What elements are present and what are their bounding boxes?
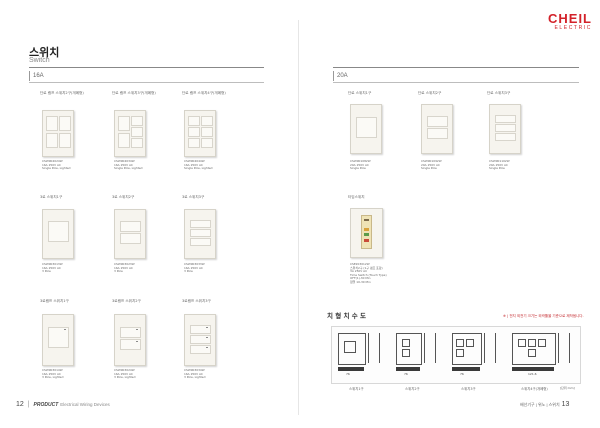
product-spec: CSW903033W 16A 250V AC 3 Pole (184, 262, 205, 274)
product-caption: 단로 스위치3구 (487, 91, 511, 95)
switch-plate-3way-3gang (184, 209, 216, 259)
product-caption: 단로 램프 스위치2구(개폐형) (40, 91, 84, 95)
page-subtitle: Switch (29, 57, 50, 64)
product-spec: CSW901092W 20A 250V AC Single Pole (421, 159, 442, 171)
product-spec: CSW904034W 16A 250V AC Single Pole, Lighte… (114, 159, 143, 171)
product-spec: CSE203012W 스위치2구 (1구 램프 포함) 3A 250V AC Time… (350, 262, 387, 284)
product-caption: 3로램프 스위치3구 (182, 299, 211, 303)
tab-marker-left (29, 71, 30, 81)
diagram-note: ※ | 전지 외전기 크기는 외곽틀을 기준으로 제작됩니다. (503, 314, 584, 318)
switch-plate-lamp-2gang (42, 110, 74, 157)
section-line-right (333, 82, 579, 83)
footer-right: 배선기구 | 위노 | 스위치 13 (520, 401, 569, 408)
product-spec: CSW901082W 20A 250V AC Single Pole (350, 159, 371, 171)
diagram-unit: [단위:mm] (560, 386, 575, 390)
page-number-left: 12 (16, 401, 24, 408)
product-caption: 단로 램프 스위치3구(개폐형) (112, 91, 156, 95)
product-caption: 3로 스위치1구 (40, 195, 63, 199)
footer-breadcrumb: 배선기구 | 위노 | 스위치 (520, 402, 560, 407)
switch-plate-20a-1gang (350, 104, 382, 154)
dimension-diagram: 76 76 76 121.6 (331, 326, 581, 384)
brand-logo: CHEIL ELECTRIC (540, 12, 592, 31)
footer-left: 12 | PRODUCT Electrical Wiring Devices (16, 401, 110, 408)
title-divider-left (29, 67, 264, 68)
section-tab-20a: 20A (337, 73, 348, 79)
product-spec: CSW904024W 16A 250V AC Single Pole, Lighte… (42, 159, 71, 171)
diagram-label: 스위치2구 (405, 387, 420, 391)
section-tab-16a: 16A (33, 73, 44, 79)
switch-plate-20a-3gang (489, 104, 521, 154)
switch-plate-lamp-4gang (184, 110, 216, 157)
product-spec: CSW903023W 16A 250V AC 3 Pole (114, 262, 135, 274)
switch-plate-3way-2gang (114, 209, 146, 259)
product-caption: 단로 램프 스위치4구(개폐형) (182, 91, 226, 95)
page-number-right: 13 (561, 401, 570, 408)
tab-marker-right (333, 71, 334, 81)
diagram-title: 치 형 치 수 도 (327, 312, 366, 320)
switch-plate-20a-2gang (421, 104, 453, 154)
timer-switch-plate (350, 208, 383, 258)
product-spec: CSW901102W 20A 250V AC Single Pole (489, 159, 510, 171)
switch-plate-3way-1gang (42, 209, 74, 259)
switch-plate-3way-lamp-3gang (184, 314, 216, 366)
product-spec: CSW903034W 16A 250V AC 3 Pole, Lighted (184, 368, 206, 380)
product-caption: 3로 스위치3구 (182, 195, 205, 199)
logo-main: CHEIL (548, 11, 592, 26)
product-caption: 타임스위치 (348, 195, 365, 199)
switch-plate-lamp-3gang (114, 110, 146, 157)
footer-category: PRODUCT (33, 402, 59, 408)
diagram-label: 스위치1구 (349, 387, 364, 391)
switch-plate-3way-lamp-2gang (114, 314, 146, 366)
title-divider-right (333, 67, 579, 68)
product-caption: 3로램프 스위치2구 (112, 299, 141, 303)
section-line-left (29, 82, 264, 83)
product-spec: CSW904044W 16A 250V AC Single Pole, Lighte… (184, 159, 213, 171)
product-caption: 3로 스위치2구 (112, 195, 135, 199)
product-caption: 단로 스위치1구 (348, 91, 372, 95)
page-spine (298, 20, 299, 415)
product-caption: 단로 스위치2구 (418, 91, 442, 95)
product-spec: CSW903014W 16A 250V AC 3 Pole, Lighted (42, 368, 64, 380)
switch-plate-3way-lamp-1gang (42, 314, 74, 366)
diagram-label: 스위치4구(개폐형) (521, 387, 548, 391)
product-spec: CSW903024W 16A 250V AC 3 Pole, Lighted (114, 368, 136, 380)
footer-subtitle: Electrical Wiring Devices (60, 402, 110, 407)
diagram-label: 스위치3구 (461, 387, 476, 391)
product-caption: 3로램프 스위치1구 (40, 299, 69, 303)
product-spec: CSW903013W 16A 250V AC 3 Pole (42, 262, 63, 274)
